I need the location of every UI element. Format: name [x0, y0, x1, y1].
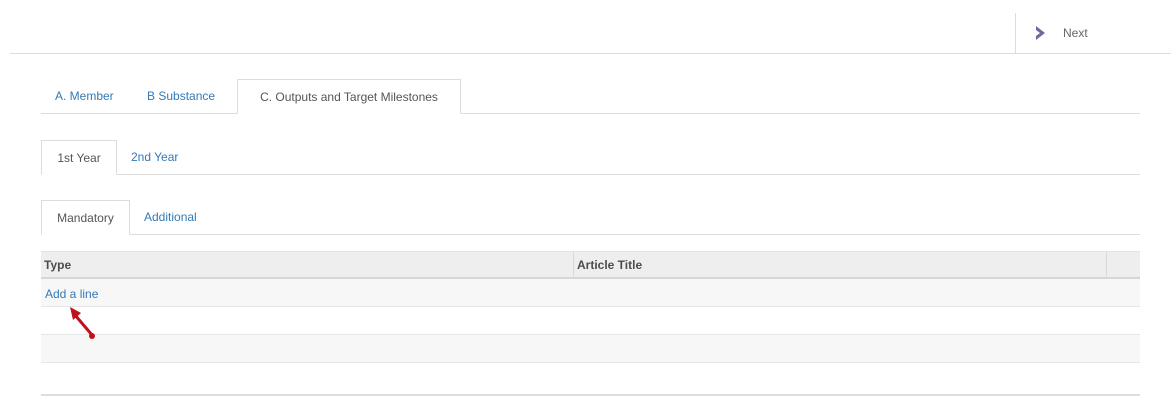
- tab-additional[interactable]: Additional: [144, 200, 197, 234]
- tab-2nd-year[interactable]: 2nd Year: [131, 140, 178, 174]
- next-label: Next: [1063, 26, 1088, 40]
- top-bar: [10, 0, 1171, 54]
- sub-tabs: Mandatory Additional: [41, 200, 1140, 235]
- red-arrow-pointer-icon: [70, 307, 95, 339]
- column-header-type[interactable]: Type: [41, 252, 574, 278]
- tab-1st-year[interactable]: 1st Year: [41, 140, 117, 175]
- chevron-right-icon: [1036, 26, 1045, 40]
- table-row: [41, 307, 1140, 335]
- column-header-article-title[interactable]: Article Title: [574, 252, 1107, 278]
- add-a-line-link[interactable]: Add a line: [45, 287, 98, 301]
- table-footer-divider: [41, 394, 1140, 396]
- tab-substance[interactable]: B Substance: [147, 79, 215, 113]
- column-header-actions: [1107, 252, 1140, 278]
- table-row: Add a line: [41, 279, 1140, 307]
- tab-mandatory[interactable]: Mandatory: [41, 200, 130, 235]
- tab-outputs-and-target-milestones[interactable]: C. Outputs and Target Milestones: [237, 79, 461, 114]
- table-header: Type Article Title: [41, 251, 1140, 279]
- main-tabs: A. Member B Substance C. Outputs and Tar…: [41, 79, 1140, 114]
- table-row: [41, 335, 1140, 363]
- next-button[interactable]: Next: [1015, 13, 1114, 53]
- table-row: [41, 363, 1140, 391]
- tab-member[interactable]: A. Member: [55, 79, 114, 113]
- outputs-table: Type Article Title Add a line: [41, 251, 1140, 391]
- year-tabs: 1st Year 2nd Year: [41, 140, 1140, 175]
